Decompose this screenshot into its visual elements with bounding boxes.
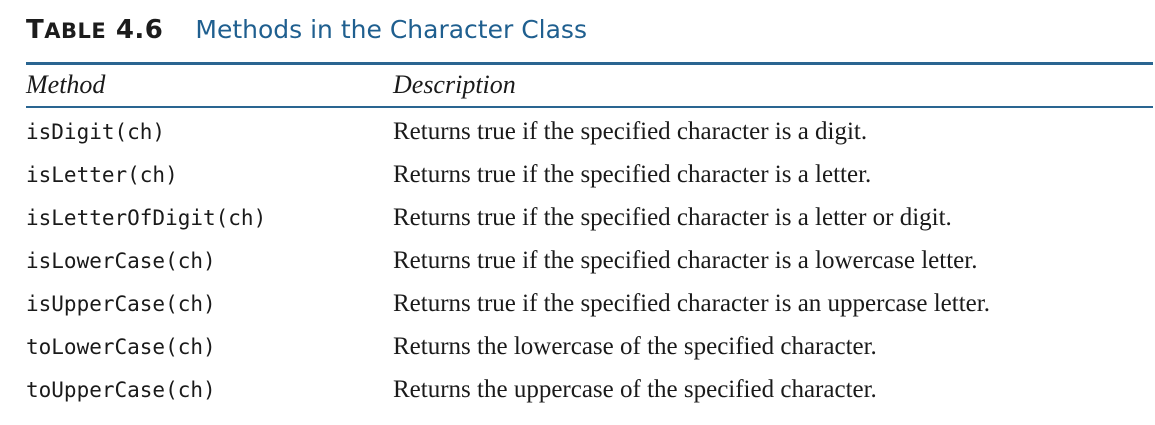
header-description: Description — [393, 70, 516, 99]
method-cell: isLetter(ch) — [26, 163, 178, 187]
table-row: isLetterOfDigit(ch) Returns true if the … — [26, 202, 1153, 245]
table-row: isLowerCase(ch) Returns true if the spec… — [26, 245, 1153, 288]
table-body: isDigit(ch) Returns true if the specifie… — [26, 116, 1153, 417]
method-cell: isLetterOfDigit(ch) — [26, 206, 267, 230]
table-caption: TABLE 4.6 Methods in the Character Class — [26, 15, 587, 55]
method-cell: isLowerCase(ch) — [26, 249, 216, 273]
table-row: isLetter(ch) Returns true if the specifi… — [26, 159, 1153, 202]
description-cell: Returns the uppercase of the specified c… — [393, 376, 877, 403]
table-row: toLowerCase(ch) Returns the lowercase of… — [26, 331, 1153, 374]
method-cell: isUpperCase(ch) — [26, 292, 216, 316]
table-row: isUpperCase(ch) Returns true if the spec… — [26, 288, 1153, 331]
table-label-initial: T — [26, 15, 45, 45]
table-label: TABLE 4.6 — [26, 15, 163, 45]
description-cell: Returns true if the specified character … — [393, 290, 990, 317]
description-cell: Returns true if the specified character … — [393, 247, 978, 274]
description-cell: Returns the lowercase of the specified c… — [393, 333, 877, 360]
method-cell: toUpperCase(ch) — [26, 378, 216, 402]
table-row: isDigit(ch) Returns true if the specifie… — [26, 116, 1153, 159]
description-cell: Returns true if the specified character … — [393, 161, 872, 188]
table-header-row: Method Description — [26, 68, 1153, 104]
table-number: 4.6 — [115, 15, 164, 45]
header-method: Method — [26, 70, 106, 99]
table-label-word: ABLE — [44, 19, 107, 43]
description-cell: Returns true if the specified character … — [393, 118, 868, 145]
header-rule — [26, 106, 1153, 108]
method-cell: toLowerCase(ch) — [26, 335, 216, 359]
method-cell: isDigit(ch) — [26, 120, 166, 144]
top-rule — [26, 62, 1153, 65]
description-cell: Returns true if the specified character … — [393, 204, 952, 231]
table-row: toUpperCase(ch) Returns the uppercase of… — [26, 374, 1153, 417]
table-title: Methods in the Character Class — [195, 15, 587, 44]
